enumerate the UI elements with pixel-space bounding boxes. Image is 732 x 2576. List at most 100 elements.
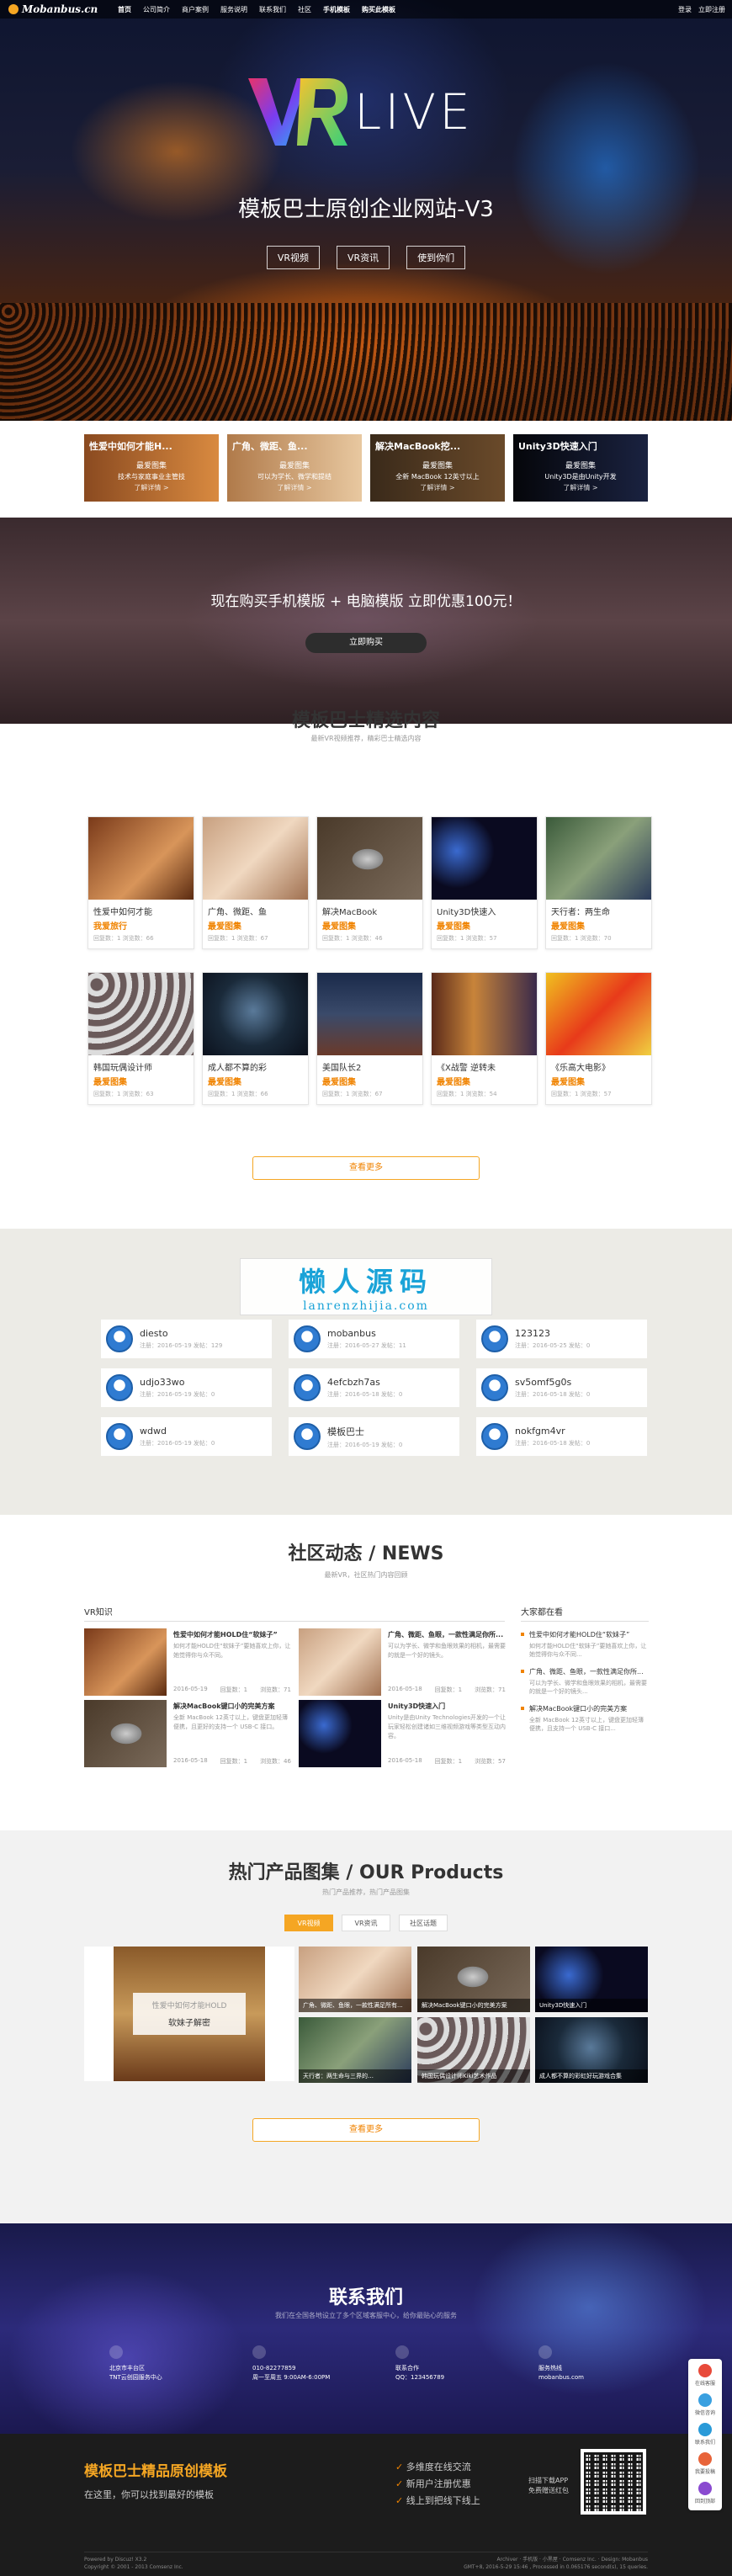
promo-sub: 最爱图集 — [422, 462, 453, 470]
featured-card[interactable]: 成人都不算的彩 最爱图集 回复数：1 浏览数：66 — [202, 972, 309, 1105]
member-card[interactable]: 4efcbzh7as 注册：2016-05-18 发帖：0 — [289, 1368, 459, 1407]
popular-item[interactable]: 解决MacBook键口小的完美方案 全新 MacBook 12英寸以上，键盘更加轻… — [521, 1704, 649, 1733]
member-card[interactable]: udjo33wo 注册：2016-05-19 发帖：0 — [101, 1368, 272, 1407]
news-item[interactable]: 广角、微距、鱼眼，一款性满足你所... 可以为学长、微学和鱼眼效果的相机，最需要… — [299, 1628, 509, 1700]
featured-card[interactable]: 美国队长2 最爱图集 回复数：1 浏览数：67 — [316, 972, 423, 1105]
member-name: wdwd — [140, 1426, 167, 1437]
product-tile[interactable]: 解决MacBook键口小的完美方案 — [417, 1947, 530, 2012]
popular-item-title[interactable]: 性爱中如何才能HOLD住“软妹子” — [521, 1630, 649, 1639]
news-item[interactable]: 解决MacBook键口小的完美方案 全新 MacBook 12英寸以上，键盘更加… — [84, 1700, 294, 1771]
tab-vr-video[interactable]: VR视频 — [284, 1915, 333, 1931]
promo-card[interactable]: 解决MacBook挖... 最爱图集 全新 MacBook 12英寸以上 了解详… — [370, 434, 505, 502]
popular-item[interactable]: 性爱中如何才能HOLD住“软妹子” 如何才能HOLD住“软妹子”要她喜欢上你，让她… — [521, 1630, 649, 1659]
member-card[interactable]: wdwd 注册：2016-05-19 发帖：0 — [101, 1417, 272, 1456]
hero-button-third[interactable]: 使到你们 — [406, 246, 466, 269]
promo-link[interactable]: 了解详情 > — [518, 483, 643, 492]
side-label: 我要投稿 — [694, 2469, 715, 2475]
featured-card[interactable]: 天行者：两生命 最爱图集 回复数：1 浏览数：70 — [545, 816, 652, 949]
hero-button-vr-video[interactable]: VR视频 — [266, 246, 320, 269]
nav-item-buy[interactable]: 购买此模板 — [362, 5, 395, 14]
promo-card[interactable]: 广角、微距、鱼... 最爱图集 可以为学长、微学和提结 了解详情 > — [227, 434, 362, 502]
register-link[interactable]: 立即注册 — [698, 5, 725, 14]
featured-card[interactable]: 性爱中如何才能 我爱旅行 回复数：1 浏览数：66 — [88, 816, 194, 949]
promo-card[interactable]: Unity3D快速入门 最爱图集 Unity3D是由Unity开发 了解详情 > — [513, 434, 648, 502]
tab-community[interactable]: 社区话题 — [399, 1915, 448, 1931]
copyright-right[interactable]: Archiver · 手机版 · 小黑屋 · Comsenz Inc. · De… — [464, 2556, 648, 2571]
news-image — [84, 1628, 167, 1696]
member-card[interactable]: sv5omf5g0s 注册：2016-05-18 发帖：0 — [476, 1368, 647, 1407]
promo-link[interactable]: 了解详情 > — [375, 483, 500, 492]
member-card[interactable]: nokfgm4vr 注册：2016-05-18 发帖：0 — [476, 1417, 647, 1456]
featured-card[interactable]: Unity3D快速入 最爱图集 回复数：1 浏览数：57 — [431, 816, 538, 949]
news-category[interactable]: VR知识 — [84, 1605, 505, 1622]
side-wechat[interactable]: 微信咨询 — [695, 2393, 715, 2416]
featured-card-title: 《X战警 逆转未 — [437, 1064, 496, 1073]
member-name: udjo33wo — [140, 1377, 185, 1388]
promo-banner-title: 现在购买手机模版 + 电脑模版 立即优惠100元！ — [210, 593, 522, 610]
product-tile[interactable]: 韩国玩偶设计师Kiki艺术作品 — [417, 2017, 530, 2083]
promo-link[interactable]: 了解详情 > — [89, 483, 214, 492]
featured-card[interactable]: 《乐高大电影》 最爱图集 回复数：1 浏览数：57 — [545, 972, 652, 1105]
promo-title: 解决MacBook挖... — [375, 441, 461, 452]
featured-image — [317, 817, 422, 900]
side-online-service[interactable]: 在线客服 — [695, 2364, 715, 2387]
side-back-to-top[interactable]: 回到顶部 — [695, 2482, 715, 2504]
news-item-title[interactable]: 性爱中如何才能HOLD住“软妹子” — [173, 1630, 291, 1639]
avatar — [106, 1423, 133, 1450]
member-meta: 注册：2016-05-19 发帖：0 — [140, 1440, 215, 1447]
avatar — [106, 1325, 133, 1352]
member-card[interactable]: 123123 注册：2016-05-25 发帖：0 — [476, 1320, 647, 1358]
contact-line: 北京市丰台区 — [109, 2365, 145, 2372]
featured-card[interactable]: 韩国玩偶设计师 最爱图集 回复数：1 浏览数：63 — [88, 972, 194, 1105]
nav-item-cases[interactable]: 商户案例 — [182, 5, 209, 14]
member-meta: 注册：2016-05-18 发帖：0 — [515, 1391, 591, 1398]
featured-card-tag: 我爱旅行 — [93, 922, 127, 932]
featured-more-button[interactable]: 查看更多 — [252, 1156, 480, 1180]
side-contact[interactable]: 联系我们 — [695, 2423, 715, 2446]
popular-item-title[interactable]: 解决MacBook键口小的完美方案 — [521, 1704, 649, 1713]
buy-now-button[interactable]: 立即购买 — [305, 633, 427, 653]
nav-item-home[interactable]: 首页 — [118, 5, 131, 14]
featured-card[interactable]: 广角、微距、鱼 最爱图集 回复数：1 浏览数：67 — [202, 816, 309, 949]
contact-hotline: 服务热线 mobanbus.com — [538, 2345, 631, 2382]
nav-item-about[interactable]: 公司简介 — [143, 5, 170, 14]
promo-link[interactable]: 了解详情 > — [232, 483, 357, 492]
member-card[interactable]: mobanbus 注册：2016-05-27 发帖：11 — [289, 1320, 459, 1358]
product-tile[interactable]: 成人都不算的彩虹好玩游戏合集 — [535, 2017, 648, 2083]
product-tile[interactable]: 广角、微距、鱼眼，一款性满足所有... — [299, 1947, 411, 2012]
location-icon — [109, 2345, 123, 2359]
news-item[interactable]: Unity3D快速入门 Unity是由Unity Technologies开发的… — [299, 1700, 509, 1771]
nav-item-contact[interactable]: 联系我们 — [259, 5, 286, 14]
nav-item-mobile[interactable]: 手机模板 — [323, 5, 350, 14]
member-card[interactable]: 模板巴士 注册：2016-05-19 发帖：0 — [289, 1417, 459, 1456]
news-item[interactable]: 性爱中如何才能HOLD住“软妹子” 如何才能HOLD住“软妹子”要她喜欢上你，让… — [84, 1628, 294, 1700]
news-item-title[interactable]: Unity3D快速入门 — [388, 1702, 506, 1711]
featured-card-title: 性爱中如何才能 — [93, 908, 152, 917]
news-item-title[interactable]: 解决MacBook键口小的完美方案 — [173, 1702, 291, 1711]
featured-card-meta: 回复数：1 浏览数：54 — [437, 1091, 497, 1097]
popular-item-title[interactable]: 广角、微距、鱼眼，一款性满足你所... — [521, 1667, 649, 1676]
product-tile[interactable]: Unity3D快速入门 — [535, 1947, 648, 2012]
hero-buttons: VR视频 VR资讯 使到你们 — [0, 246, 732, 269]
product-featured[interactable]: 性爱中如何才能HOLD 软妹子解密 — [84, 1947, 294, 2081]
popular-item[interactable]: 广角、微距、鱼眼，一款性满足你所... 可以为学长、微学和鱼眼效果的相机，最需要的… — [521, 1667, 649, 1696]
product-tile[interactable]: 天行者：两生命与三界的… — [299, 2017, 411, 2083]
featured-title: 模板巴士精选内容 — [291, 710, 440, 731]
news-list: VR知识 — [84, 1605, 505, 1622]
tab-vr-news[interactable]: VR资讯 — [342, 1915, 390, 1931]
contact-address: 北京市丰台区 TNT云创园服务中心 — [109, 2345, 202, 2382]
promo-sub: 最爱图集 — [278, 462, 310, 470]
login-link[interactable]: 登录 — [678, 5, 692, 14]
nav-item-service[interactable]: 服务说明 — [220, 5, 247, 14]
hero-button-vr-news[interactable]: VR资讯 — [337, 246, 390, 269]
featured-card[interactable]: 解决MacBook 最爱图集 回复数：1 浏览数：46 — [316, 816, 423, 949]
news-item-title[interactable]: 广角、微距、鱼眼，一款性满足你所... — [388, 1630, 506, 1639]
site-logo[interactable]: Mobanbus.cn — [8, 3, 118, 15]
member-card[interactable]: diesto 注册：2016-05-19 发帖：129 — [101, 1320, 272, 1358]
nav-item-community[interactable]: 社区 — [298, 5, 311, 14]
side-submit[interactable]: 我要投稿 — [695, 2452, 715, 2475]
products-more-button[interactable]: 查看更多 — [252, 2118, 480, 2142]
promo-card[interactable]: 性爱中如何才能H... 最爱图集 技术与家庭事业主管技 了解详情 > — [84, 434, 219, 502]
qr-code-icon — [581, 2449, 646, 2515]
featured-card[interactable]: 《X战警 逆转未 最爱图集 回复数：1 浏览数：54 — [431, 972, 538, 1105]
